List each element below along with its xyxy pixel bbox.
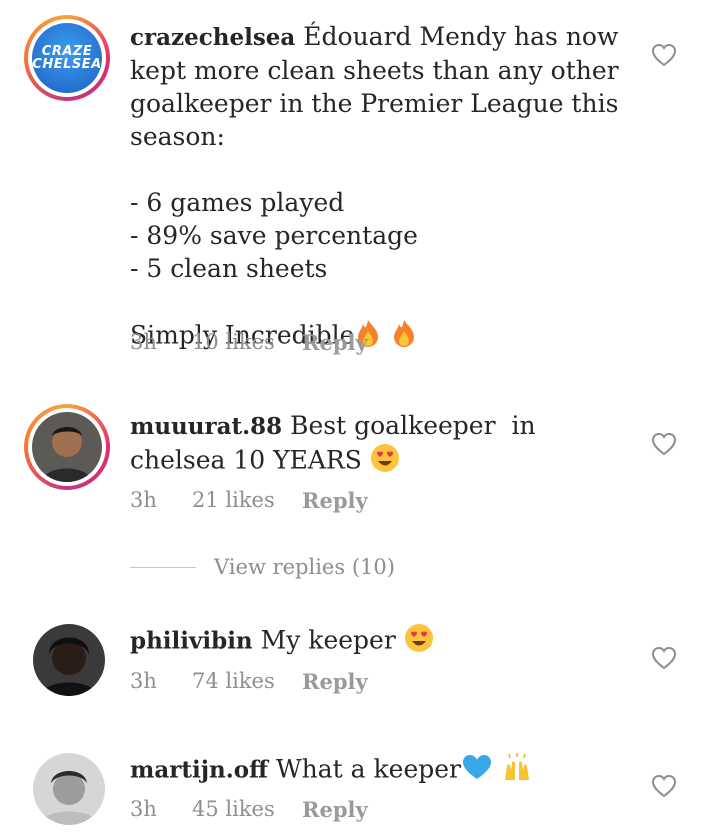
heart-eyes-icon xyxy=(370,443,400,481)
reply-button[interactable]: Reply xyxy=(302,488,368,513)
heart-eyes-icon xyxy=(404,623,434,661)
comment-text: martijn.off What a keeper xyxy=(130,752,630,790)
username[interactable]: martijn.off xyxy=(130,757,268,784)
username[interactable]: crazechelsea xyxy=(130,24,295,51)
view-replies-button[interactable]: View replies (10) xyxy=(130,555,395,579)
likes-count[interactable]: 10 likes xyxy=(192,330,302,355)
craze-chelsea-logo: CRAZE CHELSEA xyxy=(32,23,102,93)
avatar[interactable] xyxy=(33,753,105,825)
comment-text: muuurat.88 Best goalkeeper in chelsea 10… xyxy=(130,409,630,481)
username[interactable]: philivibin xyxy=(130,628,253,655)
reply-button[interactable]: Reply xyxy=(302,797,368,822)
profile-photo xyxy=(32,412,102,482)
comment-body: My keeper xyxy=(260,625,396,655)
comment-meta: 3h 10 likes Reply xyxy=(130,330,368,355)
raised-hands-icon xyxy=(501,752,533,790)
comment-meta: 3h 21 likes Reply xyxy=(130,488,368,513)
username[interactable]: muuurat.88 xyxy=(130,413,282,440)
timestamp: 3h xyxy=(130,797,157,821)
comment-meta: 3h 45 likes Reply xyxy=(130,797,368,822)
view-replies-label: View replies (10) xyxy=(214,555,395,579)
blue-heart-icon xyxy=(461,753,493,789)
like-heart-icon[interactable] xyxy=(651,43,677,67)
comment-text: philivibin My keeper xyxy=(130,623,630,661)
timestamp: 3h xyxy=(130,330,157,354)
like-heart-icon[interactable] xyxy=(651,646,677,670)
comment-body: What a keeper xyxy=(275,754,461,784)
reply-button[interactable]: Reply xyxy=(302,669,368,694)
likes-count[interactable]: 21 likes xyxy=(192,488,302,513)
divider-line xyxy=(130,566,196,568)
comment-meta: 3h 74 likes Reply xyxy=(130,669,368,694)
like-heart-icon[interactable] xyxy=(651,774,677,798)
avatar[interactable] xyxy=(24,404,110,490)
reply-button[interactable]: Reply xyxy=(302,330,368,355)
fire-icon xyxy=(390,318,418,356)
timestamp: 3h xyxy=(130,669,157,693)
likes-count[interactable]: 45 likes xyxy=(192,797,302,822)
comment-body: Édouard Mendy has now kept more clean sh… xyxy=(130,22,619,350)
avatar[interactable]: CRAZE CHELSEA xyxy=(24,15,110,101)
comment-text: crazechelsea Édouard Mendy has now kept … xyxy=(130,20,630,356)
avatar[interactable] xyxy=(33,624,105,696)
likes-count[interactable]: 74 likes xyxy=(192,669,302,694)
like-heart-icon[interactable] xyxy=(651,432,677,456)
timestamp: 3h xyxy=(130,488,157,512)
